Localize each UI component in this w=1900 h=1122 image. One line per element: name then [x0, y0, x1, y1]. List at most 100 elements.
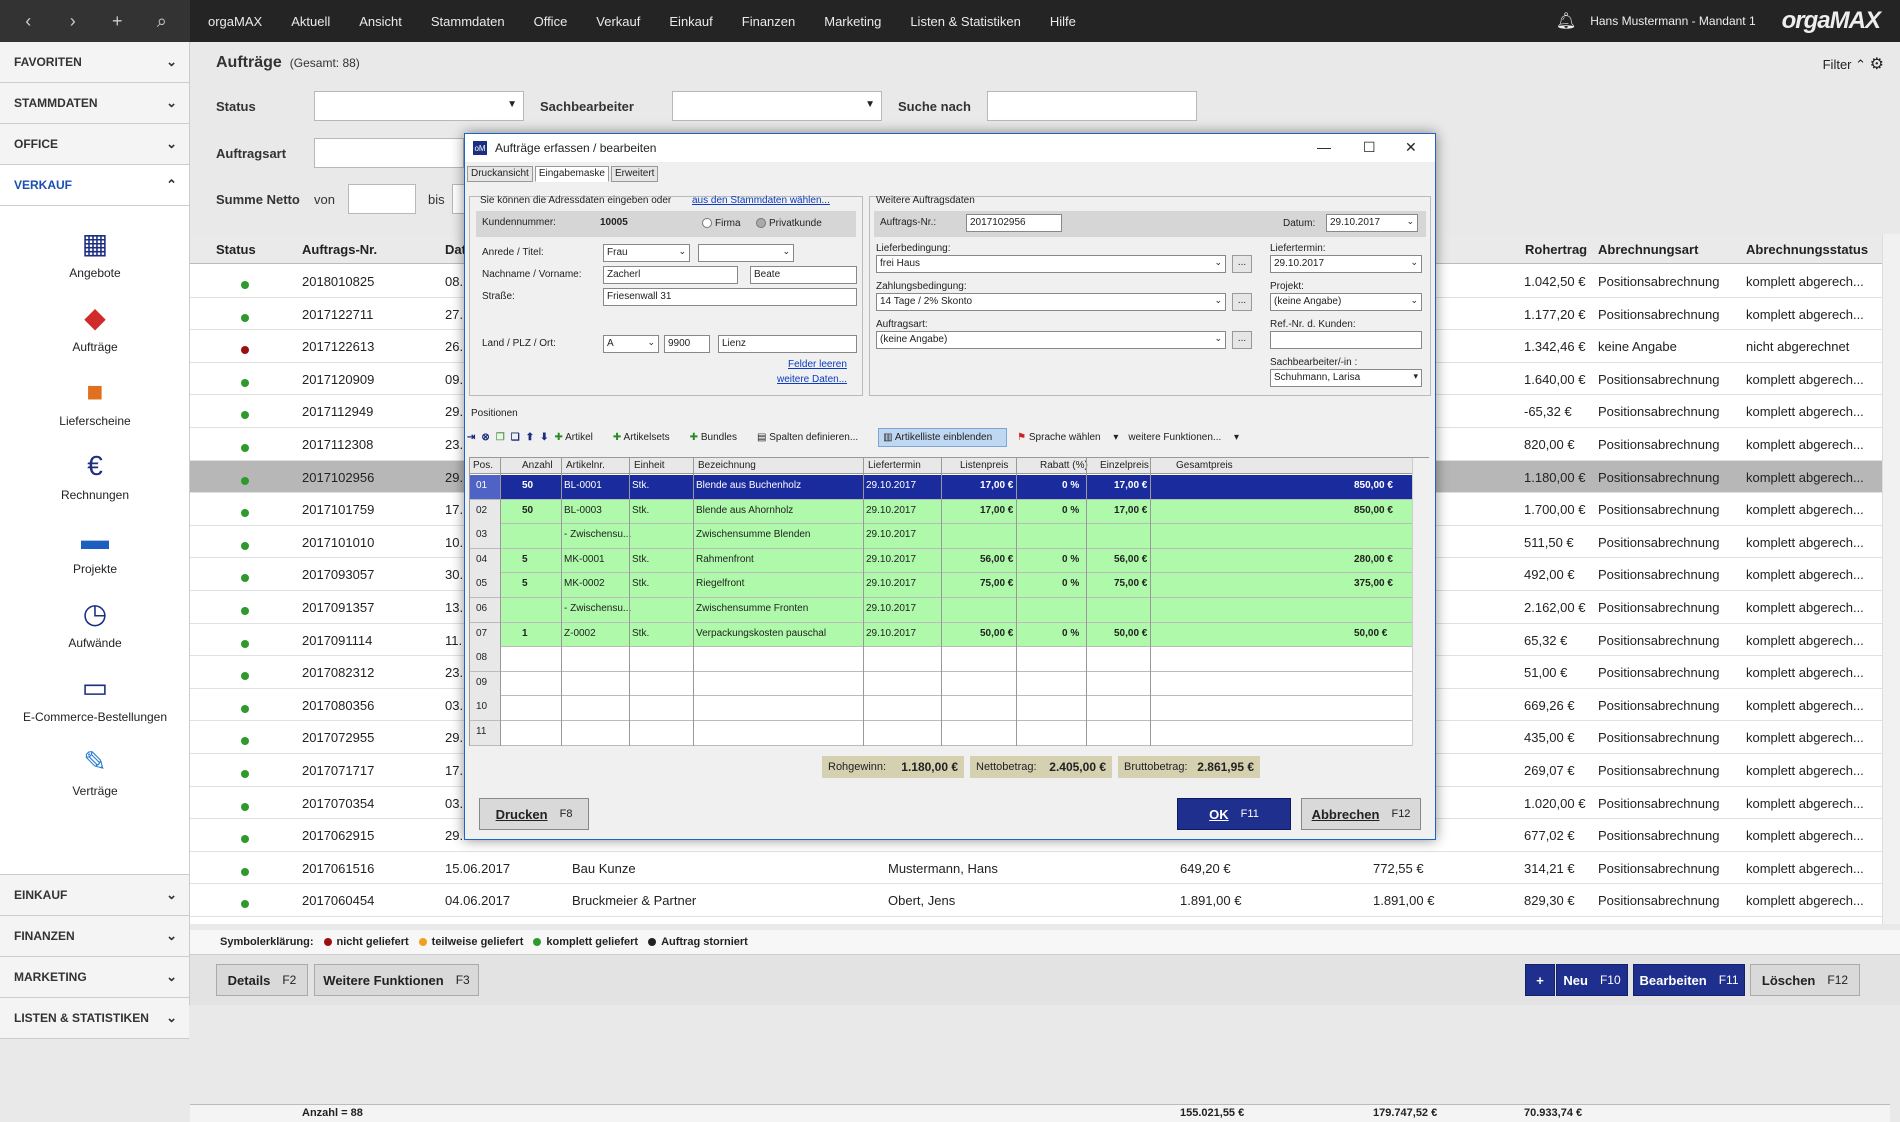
- stammdaten-link[interactable]: aus den Stammdaten wählen...: [692, 195, 830, 206]
- menu-listen[interactable]: Listen & Statistiken: [910, 14, 1021, 29]
- paste-icon[interactable]: ❏: [511, 432, 520, 443]
- auftragsart-select[interactable]: [314, 138, 464, 168]
- ort-input[interactable]: Lienz: [718, 335, 857, 353]
- abbrechen-button[interactable]: Abbrechen F12: [1301, 798, 1421, 830]
- artikelsets-button[interactable]: ✚ Artikelsets: [613, 432, 680, 443]
- menu-einkauf[interactable]: Einkauf: [669, 14, 712, 29]
- ok-button[interactable]: OK F11: [1177, 798, 1291, 830]
- pcol-einheit[interactable]: Einheit: [634, 460, 665, 471]
- sidebar-item-angebote[interactable]: ▦ Angebote: [0, 226, 190, 280]
- details-button[interactable]: Details F2: [216, 964, 308, 996]
- menu-aktuell[interactable]: Aktuell: [291, 14, 330, 29]
- sachbearbeiter-select[interactable]: ▼: [672, 91, 882, 121]
- lieferbedingung-select[interactable]: frei Haus ⌄: [876, 255, 1226, 273]
- search-icon[interactable]: ⌕: [147, 11, 177, 32]
- zahlungsbedingung-more-button[interactable]: ...: [1232, 293, 1252, 311]
- minimize-icon[interactable]: —: [1317, 139, 1331, 155]
- sidebar-section-favoriten[interactable]: FAVORITEN ⌄: [0, 42, 189, 83]
- datum-select[interactable]: 29.10.2017 ⌄: [1326, 214, 1418, 232]
- pcol-listenpreis[interactable]: Listenpreis: [960, 460, 1008, 471]
- sidebar-section-verkauf[interactable]: VERKAUF ⌃: [0, 165, 189, 206]
- search-input[interactable]: [987, 91, 1197, 121]
- drucken-button[interactable]: Drucken F8: [479, 798, 589, 830]
- pcol-anzahl[interactable]: Anzahl: [522, 460, 553, 471]
- delete-row-icon[interactable]: ⊗: [481, 432, 489, 443]
- menu-marketing[interactable]: Marketing: [824, 14, 881, 29]
- copy-icon[interactable]: ❐: [496, 432, 505, 443]
- status-select[interactable]: ▼: [314, 91, 524, 121]
- col-auftragsnr[interactable]: Auftrags-Nr.: [302, 242, 377, 257]
- pcol-bezeichnung[interactable]: Bezeichnung: [698, 460, 756, 471]
- projekt-select[interactable]: (keine Angabe) ⌄: [1270, 293, 1422, 311]
- sidebar-item-projekte[interactable]: ▬ Projekte: [0, 522, 190, 576]
- tab-eingabemaske[interactable]: Eingabemaske: [534, 166, 609, 182]
- sidebar-section-stammdaten[interactable]: STAMMDATEN ⌄: [0, 83, 189, 124]
- back-icon[interactable]: ‹: [13, 11, 43, 32]
- sidebar-section-marketing[interactable]: MARKETING ⌄: [0, 957, 189, 998]
- strasse-input[interactable]: Friesenwall 31: [603, 288, 857, 306]
- pcol-pos[interactable]: Pos.: [473, 460, 493, 471]
- sprache-button[interactable]: ⚑ Sprache wählen ▾: [1017, 432, 1118, 443]
- spalten-button[interactable]: ▤ Spalten definieren...: [757, 432, 868, 443]
- bundles-button[interactable]: ✚ Bundles: [690, 432, 747, 443]
- titel-select[interactable]: ⌄: [698, 244, 794, 262]
- filter-toggle[interactable]: Filter ⌃ ⚙: [1823, 54, 1884, 74]
- col-rohertrag[interactable]: Rohertrag: [1525, 242, 1587, 257]
- sidebar-item-ecommerce[interactable]: ▭ E-Commerce-Bestellungen: [0, 670, 190, 724]
- table-row[interactable]: 2017061516 15.06.2017 Bau Kunze Mustermann,…: [190, 852, 1890, 885]
- artikelliste-button[interactable]: ▥ Artikelliste einblenden: [878, 427, 1008, 447]
- pcol-gesamtpreis[interactable]: Gesamtpreis: [1176, 460, 1233, 471]
- forward-icon[interactable]: ›: [58, 11, 88, 32]
- col-datum[interactable]: Dat: [445, 242, 466, 257]
- move-down-icon[interactable]: ⬇: [540, 432, 548, 443]
- menu-hilfe[interactable]: Hilfe: [1050, 14, 1076, 29]
- bearbeiten-button[interactable]: Bearbeiten F11: [1633, 964, 1745, 996]
- insert-row-icon[interactable]: ⇥: [467, 432, 475, 443]
- sidebar-item-auftraege[interactable]: ◆ Aufträge: [0, 300, 190, 354]
- plus-button[interactable]: +: [1525, 964, 1555, 996]
- weitere-funktionen-button[interactable]: Weitere Funktionen F3: [314, 964, 479, 996]
- vorname-input[interactable]: Beate: [750, 266, 857, 284]
- tab-erweitert[interactable]: Erweitert: [610, 166, 659, 182]
- sidebar-section-finanzen[interactable]: FINANZEN ⌄: [0, 916, 189, 957]
- sidebar-item-lieferscheine[interactable]: ■ Lieferscheine: [0, 374, 190, 428]
- sidebar-item-vertraege[interactable]: ✎ Verträge: [0, 744, 190, 798]
- lieferbedingung-more-button[interactable]: ...: [1232, 255, 1252, 273]
- col-abrechnungsart[interactable]: Abrechnungsart: [1598, 242, 1698, 257]
- weitere-funktionen-dlg-button[interactable]: weitere Funktionen... ▾: [1128, 432, 1239, 443]
- zahlungsbedingung-select[interactable]: 14 Tage / 2% Skonto ⌄: [876, 293, 1226, 311]
- loeschen-button[interactable]: Löschen F12: [1750, 964, 1860, 996]
- sidebar-section-einkauf[interactable]: EINKAUF ⌄: [0, 875, 189, 916]
- nachname-input[interactable]: Zacherl: [603, 266, 738, 284]
- felder-leeren-link[interactable]: Felder leeren: [788, 359, 847, 370]
- menu-ansicht[interactable]: Ansicht: [359, 14, 402, 29]
- auftragsnr-input[interactable]: 2017102956: [966, 214, 1062, 232]
- col-status[interactable]: Status: [216, 242, 256, 257]
- sachbearbeiter-dlg-select[interactable]: Schuhmann, Larisa ▾: [1270, 369, 1422, 387]
- sidebar-section-listen[interactable]: LISTEN & STATISTIKEN ⌄: [0, 998, 189, 1039]
- firma-radio[interactable]: Firma: [702, 218, 741, 229]
- pcol-rabatt[interactable]: Rabatt (%): [1040, 460, 1088, 471]
- menu-stammdaten[interactable]: Stammdaten: [431, 14, 505, 29]
- summe-von-input[interactable]: [348, 184, 416, 214]
- plz-input[interactable]: 9900: [664, 335, 710, 353]
- grid-scrollbar[interactable]: [1882, 234, 1900, 924]
- sidebar-item-aufwaende[interactable]: ◷ Aufwände: [0, 596, 190, 650]
- auftragsart-dlg-select[interactable]: (keine Angabe) ⌄: [876, 331, 1226, 349]
- positionen-scrollbar[interactable]: [1412, 458, 1429, 746]
- liefertermin-select[interactable]: 29.10.2017 ⌄: [1270, 255, 1422, 273]
- pcol-einzelpreis[interactable]: Einzelpreis: [1100, 460, 1149, 471]
- weitere-daten-link[interactable]: weitere Daten...: [777, 374, 847, 385]
- auftragsart-more-button[interactable]: ...: [1232, 331, 1252, 349]
- maximize-icon[interactable]: ☐: [1363, 139, 1376, 156]
- table-row[interactable]: 2017060454 04.06.2017 Bruckmeier & Partner…: [190, 884, 1890, 917]
- menu-office[interactable]: Office: [534, 14, 568, 29]
- close-icon[interactable]: ✕: [1405, 139, 1417, 156]
- privatkunde-radio[interactable]: Privatkunde: [756, 218, 822, 229]
- add-icon[interactable]: +: [102, 11, 132, 32]
- col-abrechnungsstatus[interactable]: Abrechnungsstatus: [1746, 242, 1868, 257]
- menu-finanzen[interactable]: Finanzen: [742, 14, 795, 29]
- user-label[interactable]: Hans Mustermann - Mandant 1: [1590, 14, 1755, 28]
- menu-app[interactable]: orgaMAX: [208, 14, 262, 29]
- sidebar-section-office[interactable]: OFFICE ⌄: [0, 124, 189, 165]
